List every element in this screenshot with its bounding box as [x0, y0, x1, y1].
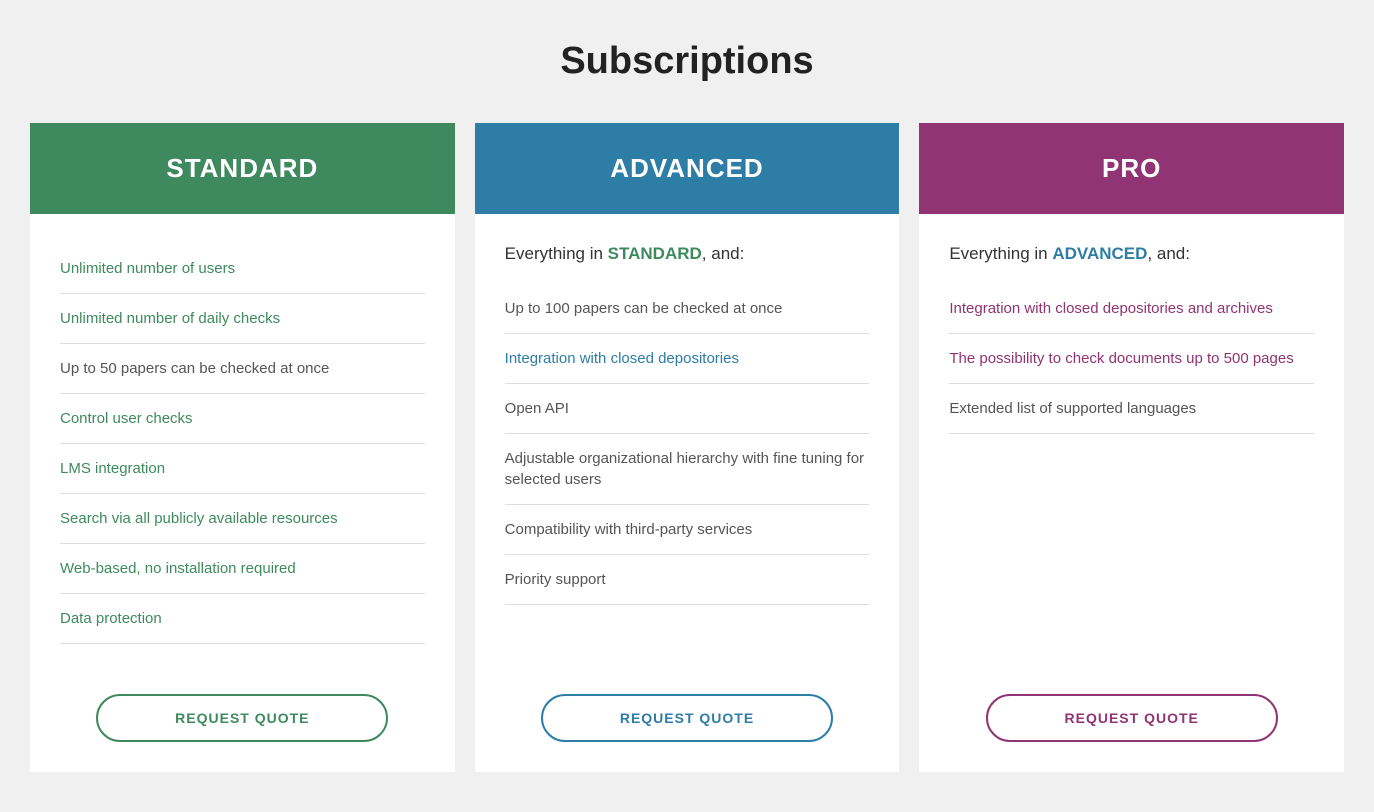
list-item: Web-based, no installation required [60, 544, 425, 594]
advanced-everything-text: Everything in STANDARD, and: [505, 244, 870, 264]
standard-header: STANDARD [30, 123, 455, 214]
card-pro: PRO Everything in ADVANCED, and: Integrati… [919, 123, 1344, 772]
advanced-footer: REQUEST QUOTE [475, 664, 900, 772]
list-item: Up to 100 papers can be checked at once [505, 284, 870, 334]
card-advanced: ADVANCED Everything in STANDARD, and: Up t… [475, 123, 900, 772]
page-title: Subscriptions [20, 40, 1354, 83]
standard-footer: REQUEST QUOTE [30, 664, 455, 772]
list-item: Data protection [60, 594, 425, 644]
pro-everything-text: Everything in ADVANCED, and: [949, 244, 1314, 264]
pro-body: Everything in ADVANCED, and: Integration … [919, 214, 1344, 664]
pro-request-quote-button[interactable]: REQUEST QUOTE [986, 694, 1278, 742]
advanced-body: Everything in STANDARD, and: Up to 100 pa… [475, 214, 900, 664]
advanced-feature-list: Up to 100 papers can be checked at onceI… [505, 284, 870, 644]
pro-ref-highlight: ADVANCED [1052, 244, 1147, 263]
pro-header: PRO [919, 123, 1344, 214]
list-item: Control user checks [60, 394, 425, 444]
advanced-ref-highlight: STANDARD [608, 244, 702, 263]
standard-header-title: STANDARD [50, 153, 435, 184]
list-item: Search via all publicly available resour… [60, 494, 425, 544]
list-item: The possibility to check documents up to… [949, 334, 1314, 384]
advanced-header-title: ADVANCED [495, 153, 880, 184]
cards-container: STANDARD Unlimited number of usersUnlimit… [20, 123, 1354, 772]
standard-body: Unlimited number of usersUnlimited numbe… [30, 214, 455, 664]
list-item: LMS integration [60, 444, 425, 494]
advanced-header: ADVANCED [475, 123, 900, 214]
list-item: Up to 50 papers can be checked at once [60, 344, 425, 394]
standard-request-quote-button[interactable]: REQUEST QUOTE [96, 694, 388, 742]
card-standard: STANDARD Unlimited number of usersUnlimit… [30, 123, 455, 772]
list-item: Extended list of supported languages [949, 384, 1314, 434]
list-item: Compatibility with third-party services [505, 505, 870, 555]
list-item: Unlimited number of users [60, 244, 425, 294]
pro-feature-list: Integration with closed depositories and… [949, 284, 1314, 644]
pro-header-title: PRO [939, 153, 1324, 184]
list-item: Open API [505, 384, 870, 434]
list-item: Integration with closed depositories and… [949, 284, 1314, 334]
standard-feature-list: Unlimited number of usersUnlimited numbe… [60, 244, 425, 644]
advanced-request-quote-button[interactable]: REQUEST QUOTE [541, 694, 833, 742]
list-item: Adjustable organizational hierarchy with… [505, 434, 870, 505]
list-item: Unlimited number of daily checks [60, 294, 425, 344]
pro-footer: REQUEST QUOTE [919, 664, 1344, 772]
list-item: Integration with closed depositories [505, 334, 870, 384]
list-item: Priority support [505, 555, 870, 605]
